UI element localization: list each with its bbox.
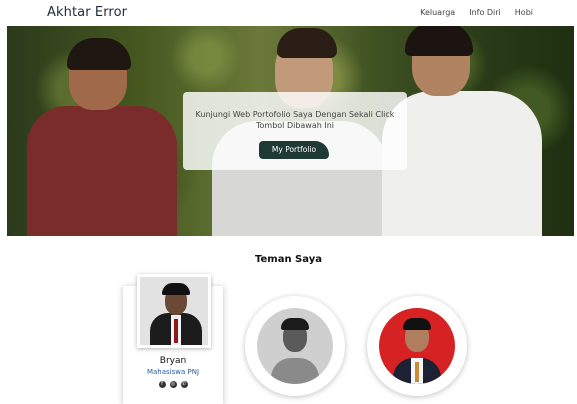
nav-link-info-diri[interactable]: Info Diri: [469, 8, 501, 17]
nav-link-keluarga[interactable]: Keluarga: [420, 8, 455, 17]
brand-logo[interactable]: Akhtar Error: [47, 5, 127, 20]
hero-card: Kunjungi Web Portofolio Saya Dengan Seka…: [183, 92, 407, 170]
hero-text: Kunjungi Web Portofolio Saya Dengan Seka…: [195, 110, 395, 130]
photo-cap: [162, 283, 190, 295]
avatar-hair: [403, 318, 431, 330]
hero-person-1: [27, 106, 177, 236]
friend-avatar-2[interactable]: [245, 296, 345, 396]
avatar-hair: [281, 318, 309, 330]
hero-person-3-hair: [405, 26, 473, 56]
hero-banner: Kunjungi Web Portofolio Saya Dengan Seka…: [7, 26, 574, 236]
friend-photo: [137, 274, 211, 348]
avatar-tie: [415, 362, 419, 382]
friend-avatar-3[interactable]: [367, 296, 467, 396]
hero-person-2-hair: [277, 28, 337, 58]
photo-tie: [174, 319, 178, 343]
friend-name: Bryan: [159, 356, 187, 366]
friend-role: Mahasiswa PNJ: [146, 368, 200, 376]
friend-card-featured[interactable]: Bryan Mahasiswa PNJ f ◎ ✆: [123, 274, 223, 404]
portfolio-button[interactable]: My Portfolio: [259, 141, 329, 159]
whatsapp-icon[interactable]: ✆: [180, 381, 188, 388]
avatar-body: [271, 358, 319, 384]
navbar: Akhtar Error Keluarga Info Diri Hobi: [0, 0, 577, 26]
nav-link-hobi[interactable]: Hobi: [515, 8, 533, 17]
section-title: Teman Saya: [255, 254, 322, 265]
facebook-icon[interactable]: f: [158, 381, 166, 388]
social-icons: f ◎ ✆: [123, 381, 223, 388]
avatar-photo: [257, 308, 333, 384]
instagram-icon[interactable]: ◎: [169, 381, 177, 388]
nav-links: Keluarga Info Diri Hobi: [420, 8, 533, 17]
avatar-photo: [379, 308, 455, 384]
